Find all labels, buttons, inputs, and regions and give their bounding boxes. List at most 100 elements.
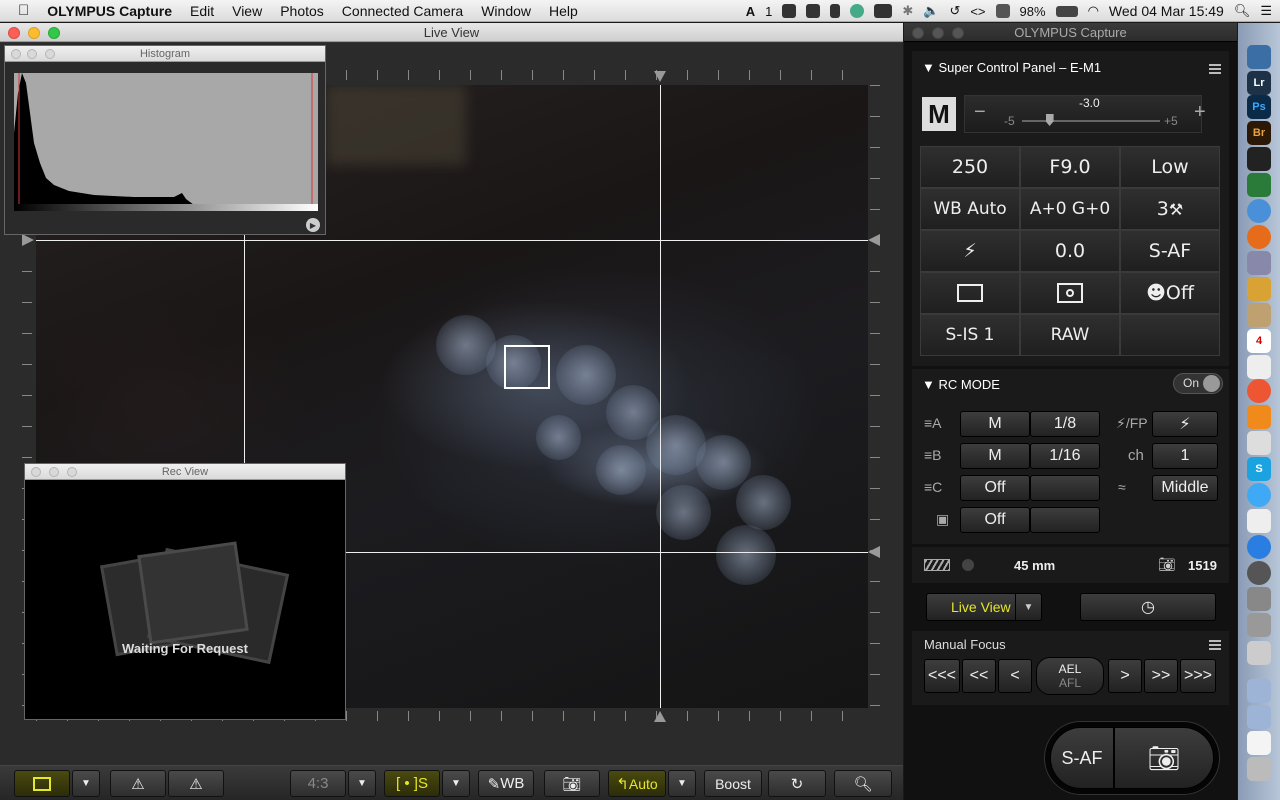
keyboard-icon[interactable] (995, 4, 1010, 18)
light-level-button[interactable]: Middle (1152, 475, 1218, 501)
menu-connected-camera[interactable]: Connected Camera (333, 3, 472, 19)
camera-rotate-button[interactable]: 📷︎ (544, 770, 600, 797)
messages-dock-icon[interactable] (1247, 483, 1271, 507)
documents-folder-dock-icon[interactable] (1247, 705, 1271, 729)
apple-icon[interactable]:  (0, 2, 38, 19)
camera-flash-value-button[interactable] (1030, 507, 1100, 533)
drive-tray-icon[interactable] (782, 4, 797, 18)
live-view-select[interactable]: Live View ▼ (926, 593, 1042, 621)
battery-icon[interactable] (1055, 5, 1078, 17)
calendar-dock-icon[interactable]: 4 (1247, 329, 1271, 353)
minimize-window-icon[interactable] (28, 27, 40, 39)
applications-folder-dock-icon[interactable] (1247, 679, 1271, 703)
iso-cell[interactable]: Low (1120, 146, 1220, 188)
file-dock-icon[interactable] (1247, 731, 1271, 755)
play-icon[interactable]: ▶ (306, 218, 320, 232)
group-a-mode-button[interactable]: M (960, 411, 1030, 437)
camera-app-dock-icon[interactable] (1247, 147, 1271, 171)
drive-mode-cell[interactable] (920, 272, 1020, 314)
aperture-cell[interactable]: F9.0 (1020, 146, 1120, 188)
minimize-window-icon[interactable] (932, 27, 944, 39)
code-icon[interactable]: <> (970, 4, 985, 19)
shutter-button[interactable]: 📷︎ (1114, 727, 1214, 789)
white-balance-cell[interactable]: WB Auto (920, 188, 1020, 230)
image-stabilizer-cell[interactable]: S-IS 1 (920, 314, 1020, 356)
flash-mode-cell[interactable]: ⚡︎ (920, 230, 1020, 272)
aspect-ratio-button[interactable]: 4:3 (290, 770, 346, 797)
shutter-af-button[interactable]: S-AF (1050, 727, 1114, 789)
shutter-speed-cell[interactable]: 250 (920, 146, 1020, 188)
finder-dock-icon[interactable] (1247, 45, 1271, 69)
face-priority-cell[interactable]: ☻ Off (1120, 272, 1220, 314)
aspect-dropdown-button[interactable]: ▼ (348, 770, 376, 797)
camera-flash-mode-button[interactable]: Off (960, 507, 1030, 533)
sharpness-cell[interactable]: 3 ⚒ (1120, 188, 1220, 230)
itunes-dock-icon[interactable] (1247, 379, 1271, 403)
app-store-dock-icon[interactable] (1247, 535, 1271, 559)
app-tray-icon[interactable] (830, 4, 841, 18)
group-c-mode-button[interactable]: Off (960, 475, 1030, 501)
menu-edit[interactable]: Edit (181, 3, 223, 19)
focus-far-3-button[interactable]: <<< (924, 659, 960, 693)
minimize-window-icon[interactable] (27, 49, 37, 59)
close-window-icon[interactable] (912, 27, 924, 39)
rc-mode-header[interactable]: ▼ RC MODE (922, 377, 1000, 392)
group-b-value-button[interactable]: 1/16 (1030, 443, 1100, 469)
contacts-dock-icon[interactable] (1247, 303, 1271, 327)
image-capture-dock-icon[interactable] (1247, 173, 1271, 197)
channel-button[interactable]: 1 (1152, 443, 1218, 469)
auto-button[interactable]: ↰ Auto (608, 770, 666, 797)
wb-picker-button[interactable]: ✎ WB (478, 770, 534, 797)
grid-view-button[interactable] (14, 770, 70, 797)
notification-center-icon[interactable]: ☰ (1260, 3, 1272, 19)
skype-dock-icon[interactable]: S (1247, 457, 1271, 481)
focus-mode-cell[interactable]: S-AF (1120, 230, 1220, 272)
firefox-dock-icon[interactable] (1247, 225, 1271, 249)
menu-icon[interactable] (1209, 64, 1221, 74)
grid-handle[interactable] (654, 711, 666, 722)
af-target-mode-button[interactable]: [ • ]S (384, 770, 440, 797)
app-dock-icon[interactable] (1247, 431, 1271, 455)
dropbox-tray-icon[interactable] (806, 4, 821, 18)
chrome-tray-icon[interactable] (850, 4, 865, 18)
bluetooth-icon[interactable]: ✱ (902, 3, 913, 19)
close-window-icon[interactable] (11, 49, 21, 59)
volume-icon[interactable]: 🔈 (923, 3, 939, 19)
grid-handle[interactable] (868, 546, 880, 558)
menu-window[interactable]: Window (472, 3, 540, 19)
focus-far-1-button[interactable]: < (998, 659, 1032, 693)
af-dropdown-button[interactable]: ▼ (442, 770, 470, 797)
minimize-window-icon[interactable] (49, 467, 59, 477)
close-window-icon[interactable] (8, 27, 20, 39)
group-b-mode-button[interactable]: M (960, 443, 1030, 469)
lightroom-dock-icon[interactable]: Lr (1247, 71, 1271, 95)
close-window-icon[interactable] (31, 467, 41, 477)
settings-dock-icon[interactable] (1247, 641, 1271, 665)
flash-compensation-cell[interactable]: 0.0 (1020, 230, 1120, 272)
zoom-window-icon[interactable] (45, 49, 55, 59)
rc-mode-toggle[interactable]: On (1173, 373, 1223, 394)
focus-near-1-button[interactable]: > (1108, 659, 1142, 693)
grid-handle[interactable] (868, 234, 880, 246)
grid-handle[interactable] (654, 71, 666, 82)
photoshop-dock-icon[interactable]: Ps (1247, 95, 1271, 119)
time-machine-icon[interactable]: ↺ (949, 3, 960, 19)
refresh-button[interactable]: ↻ (768, 770, 826, 797)
focus-near-2-button[interactable]: >> (1144, 659, 1178, 693)
af-target-box[interactable] (504, 345, 550, 389)
group-a-value-button[interactable]: 1/8 (1030, 411, 1100, 437)
adobe-tray-icon[interactable]: A (746, 4, 755, 19)
auto-dropdown-button[interactable]: ▼ (668, 770, 696, 797)
zoom-button[interactable]: 🔍︎ (834, 770, 892, 797)
wifi-icon[interactable]: ◠ (1088, 3, 1099, 19)
menu-icon[interactable] (1209, 640, 1221, 650)
preview-dock-icon[interactable] (1247, 251, 1271, 275)
scp-header[interactable]: ▼ Super Control Panel – E-M1 (922, 60, 1101, 75)
menu-view[interactable]: View (223, 3, 271, 19)
maps-dock-icon[interactable] (1247, 509, 1271, 533)
menu-app-name[interactable]: OLYMPUS Capture (38, 3, 181, 19)
metering-cell[interactable] (1020, 272, 1120, 314)
grid-dropdown-button[interactable]: ▼ (72, 770, 100, 797)
focus-far-2-button[interactable]: << (962, 659, 996, 693)
focus-near-3-button[interactable]: >>> (1180, 659, 1216, 693)
